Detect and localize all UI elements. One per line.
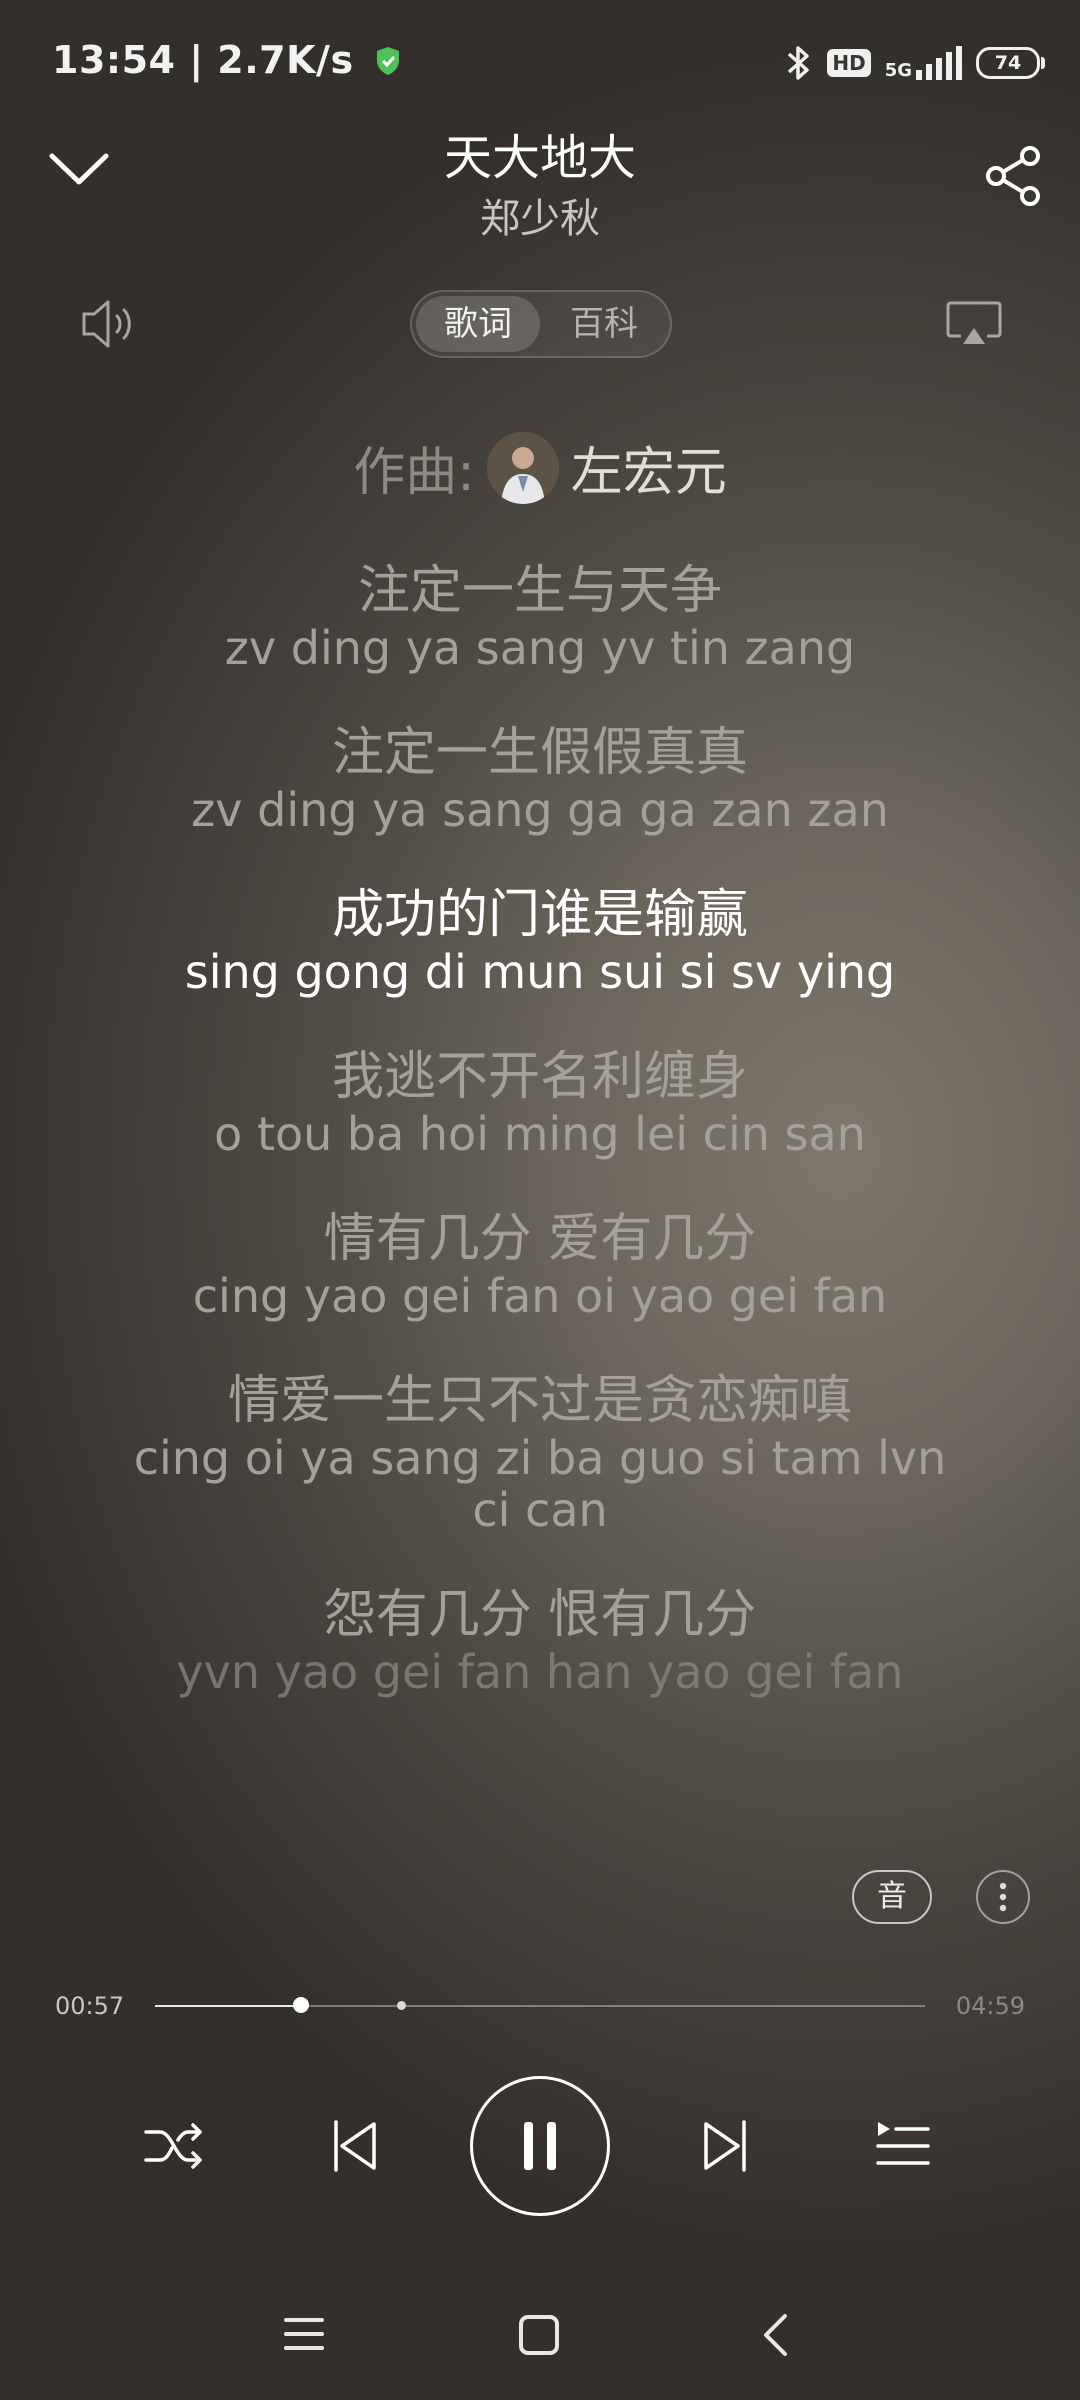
progress-thumb[interactable] xyxy=(293,1997,310,2013)
sound-effect-button[interactable]: 音 xyxy=(852,1870,932,1924)
current-time: 00:57 xyxy=(55,1992,125,2020)
next-icon[interactable] xyxy=(700,2118,750,2174)
status-icons: HD 5G 74 xyxy=(783,38,1045,88)
composer-credit: 作曲: 左宏元 xyxy=(0,430,1080,505)
network-type: 5G xyxy=(884,60,912,81)
back-icon[interactable] xyxy=(760,2312,790,2358)
lyric-chinese: 情爱一生只不过是贪恋痴嗔 xyxy=(227,1371,852,1431)
lyric-chinese: 怨有几分 恨有几分 xyxy=(323,1585,757,1645)
lyric-romanization: zv ding ya sang ga ga zan zan xyxy=(191,783,889,837)
share-icon[interactable] xyxy=(984,146,1044,206)
cast-icon[interactable] xyxy=(945,300,1003,348)
lyric-line[interactable]: 情有几分 爱有几分 cing yao gei fan oi yao gei fa… xyxy=(0,1208,1080,1322)
shield-icon xyxy=(377,47,400,75)
lyric-romanization: zv ding ya sang yv tin zang xyxy=(224,621,856,675)
lyric-line[interactable]: 我逃不开名利缠身 o tou ba hoi ming lei cin san xyxy=(0,1046,1080,1160)
total-time: 04:59 xyxy=(955,1992,1025,2020)
playlist-icon[interactable] xyxy=(874,2118,932,2174)
home-icon[interactable] xyxy=(518,2314,560,2356)
lyric-line[interactable]: 情爱一生只不过是贪恋痴嗔 cing oi ya sang zi ba guo s… xyxy=(0,1370,1080,1536)
lyric-line-current[interactable]: 成功的门谁是输赢 sing gong di mun sui si sv ying xyxy=(0,884,1080,998)
bluetooth-icon xyxy=(788,46,810,80)
lyric-line[interactable]: 注定一生假假真真 zv ding ya sang ga ga zan zan xyxy=(0,722,1080,836)
hd-badge: HD xyxy=(827,49,871,77)
signal-icon xyxy=(916,46,962,80)
shuffle-icon[interactable] xyxy=(142,2118,206,2174)
tab-lyrics[interactable]: 歌词 xyxy=(416,296,540,352)
lyric-line[interactable]: 注定一生与天争 zv ding ya sang yv tin zang xyxy=(0,560,1080,674)
lyric-chinese: 注定一生与天争 xyxy=(357,561,722,621)
song-title: 天大地大 xyxy=(443,130,636,186)
lyric-romanization: sing gong di mun sui si sv ying xyxy=(184,945,896,999)
lyric-romanization: yvn yao gei fan han yao gei fan xyxy=(176,1645,904,1699)
composer-avatar[interactable] xyxy=(486,431,559,504)
lyric-chinese: 注定一生假假真真 xyxy=(331,723,748,783)
credit-label: 作曲: xyxy=(353,443,475,503)
lyrics-panel[interactable]: 注定一生与天争 zv ding ya sang yv tin zang 注定一生… xyxy=(0,560,1080,1746)
battery-icon: 74 xyxy=(976,47,1045,79)
buffer-marker xyxy=(396,2001,406,2010)
menu-icon[interactable] xyxy=(284,2314,324,2354)
volume-icon[interactable] xyxy=(80,296,138,352)
lyric-romanization: cing yao gei fan oi yao gei fan xyxy=(192,1269,888,1323)
composer-name[interactable]: 左宏元 xyxy=(571,430,727,505)
lyric-chinese: 成功的门谁是输赢 xyxy=(331,885,748,945)
progress-played xyxy=(155,2005,302,2007)
lyric-romanization: cing oi ya sang zi ba guo si tam lvn ci … xyxy=(133,1431,947,1537)
song-artist[interactable]: 郑少秋 xyxy=(0,186,1080,244)
lyric-romanization: o tou ba hoi ming lei cin san xyxy=(214,1107,866,1161)
more-vertical-icon xyxy=(999,1882,1007,1912)
lyric-line[interactable]: 怨有几分 恨有几分 yvn yao gei fan han yao gei fa… xyxy=(0,1584,1080,1698)
pause-icon xyxy=(524,2122,556,2170)
tab-wiki[interactable]: 百科 xyxy=(542,296,666,352)
lyrics-wiki-switch: 歌词 百科 xyxy=(410,290,672,358)
pause-button[interactable] xyxy=(470,2076,610,2216)
more-button[interactable] xyxy=(976,1870,1030,1924)
previous-icon[interactable] xyxy=(330,2118,380,2174)
status-time-speed: 13:54 | 2.7K/s xyxy=(52,38,401,82)
lyric-chinese: 我逃不开名利缠身 xyxy=(331,1047,748,1107)
lyric-chinese: 情有几分 爱有几分 xyxy=(323,1209,757,1269)
